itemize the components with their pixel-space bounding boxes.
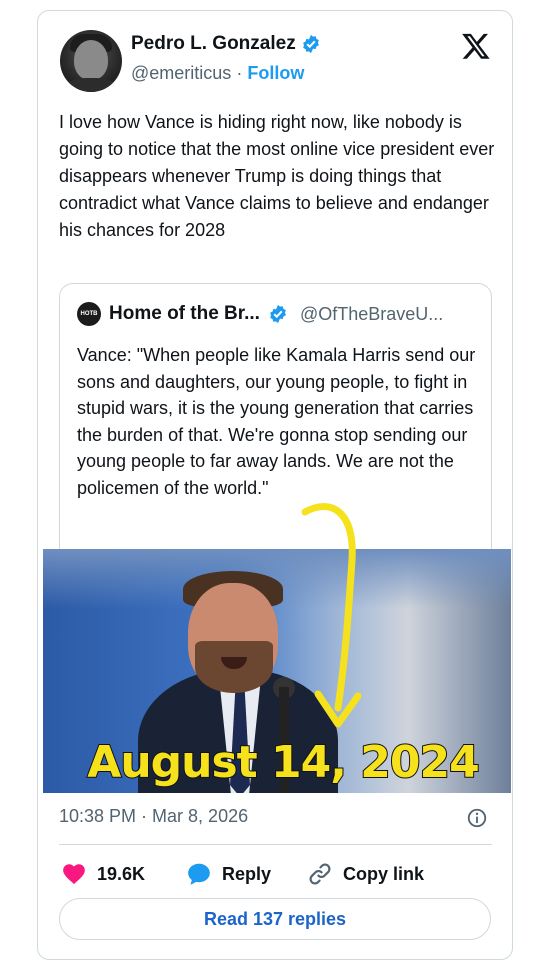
tweet-timestamp[interactable]: 10:38 PM · Mar 8, 2026 (59, 806, 248, 827)
tweet-image[interactable]: August 14, 2024 (43, 549, 511, 793)
reply-label: Reply (222, 863, 272, 884)
tweet-card: Pedro L. Gonzalez @emeriticus · Follow I… (37, 10, 513, 960)
like-button[interactable]: 19.6K (61, 861, 145, 887)
quoted-header: HOTB Home of the Br... @OfTheBraveU... (77, 302, 443, 326)
copy-link-button[interactable]: Copy link (307, 861, 424, 887)
quoted-verified-badge-icon (270, 304, 286, 324)
author-name-row: Pedro L. Gonzalez (131, 33, 321, 55)
copy-link-label: Copy link (343, 863, 425, 884)
author-avatar[interactable] (60, 30, 122, 92)
reply-bubble-icon (188, 863, 210, 885)
image-date-overlay: August 14, 2024 (86, 736, 480, 789)
heart-icon (63, 864, 85, 885)
quoted-text: Vance: "When people like Kamala Harris s… (77, 345, 476, 498)
verified-badge-icon (302, 34, 319, 54)
read-replies-button[interactable]: Read 137 replies (59, 898, 491, 940)
author-handle[interactable]: @emeriticus (131, 63, 231, 83)
tweet-text: I love how Vance is hiding right now, li… (59, 112, 495, 240)
quoted-author-name: Home of the Br... (109, 303, 260, 324)
x-logo-icon[interactable] (460, 31, 492, 61)
author-handle-row: @emeriticus · Follow (131, 63, 304, 84)
author-name[interactable]: Pedro L. Gonzalez (131, 33, 296, 55)
separator: · (236, 63, 243, 83)
action-bar: 19.6K Reply Copy link (59, 861, 492, 887)
quoted-author-handle: @OfTheBraveU... (299, 303, 444, 324)
quoted-avatar: HOTB (77, 302, 101, 326)
reply-button[interactable]: Reply (186, 861, 271, 887)
like-count: 19.6K (97, 863, 146, 884)
link-icon (309, 863, 331, 885)
follow-button[interactable]: Follow (247, 63, 304, 83)
quoted-tweet[interactable]: HOTB Home of the Br... @OfTheBraveU... V… (59, 283, 492, 583)
divider (59, 844, 492, 845)
info-icon[interactable] (466, 807, 488, 829)
